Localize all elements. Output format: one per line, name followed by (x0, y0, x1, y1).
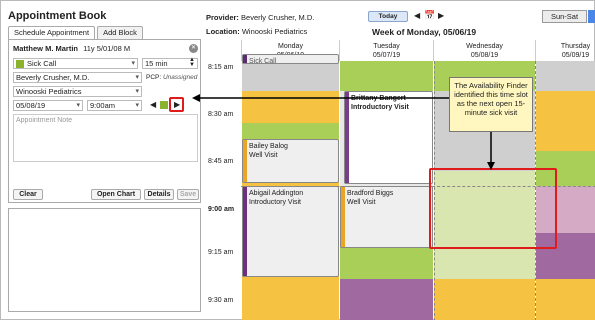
annotation-callout: The Availability Finder identified this … (449, 77, 533, 132)
down-arrowhead-icon (487, 162, 495, 170)
annotation-arrows (192, 94, 495, 170)
pointer-arrowhead-icon (192, 94, 200, 102)
